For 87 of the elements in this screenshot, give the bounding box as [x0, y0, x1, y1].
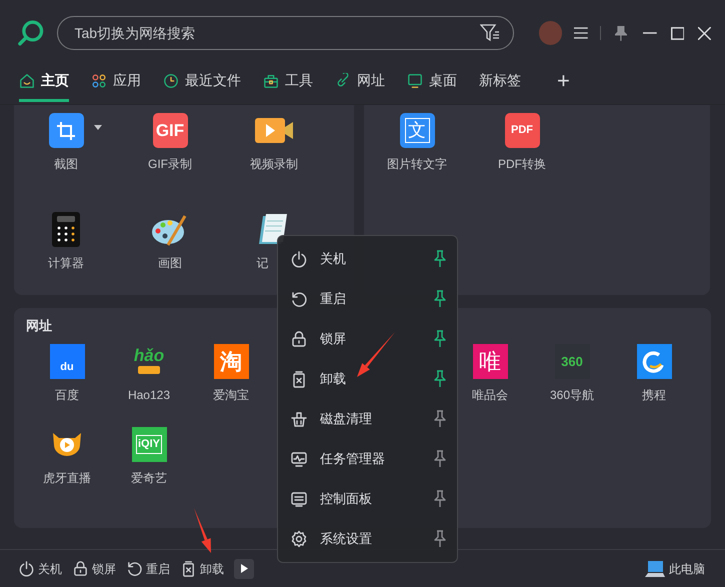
app-label[interactable]: GIF录制 — [148, 158, 192, 170]
sliders-icon — [290, 490, 308, 508]
filter-icon[interactable] — [480, 24, 500, 42]
home-icon — [19, 72, 35, 88]
restart-icon — [290, 290, 308, 308]
nav-tab[interactable]: 网址 — [335, 66, 385, 102]
pdf-app-icon: PDF — [504, 113, 540, 148]
app-label[interactable]: PDF转换 — [498, 158, 546, 170]
monitor-pulse-icon — [290, 450, 308, 468]
app-label[interactable]: 计算器 — [48, 257, 84, 269]
lock-icon — [72, 560, 89, 577]
nav-tab[interactable]: 主页 — [19, 66, 69, 102]
pin-icon[interactable] — [433, 450, 447, 468]
app-label[interactable]: 携程 — [642, 389, 666, 401]
menu-item[interactable]: 磁盘清理 — [278, 399, 457, 439]
settings-icon — [290, 530, 308, 548]
vip-logo-icon: 唯 — [472, 344, 508, 379]
trash-box-icon — [180, 560, 197, 577]
nav-tab[interactable]: 应用 — [91, 66, 141, 102]
annotation-arrow — [194, 508, 211, 553]
nav-tab[interactable]: 最近文件 — [163, 66, 241, 102]
app-label[interactable]: 画图 — [158, 257, 182, 269]
calculator-icon — [52, 212, 80, 247]
search-field[interactable]: Tab切换为网络搜索 — [57, 16, 514, 50]
pin-icon[interactable] — [433, 530, 447, 548]
basket-icon — [290, 410, 308, 428]
link-icon — [335, 72, 351, 88]
app-label[interactable]: 百度 — [55, 389, 79, 401]
app-label[interactable]: 爱奇艺 — [131, 472, 167, 484]
power-icon — [18, 560, 35, 577]
lock-icon — [290, 330, 308, 348]
toolbox-icon — [263, 72, 279, 88]
menu-item[interactable]: 卸载 — [278, 359, 457, 399]
crop-app-icon — [48, 113, 84, 148]
play-button[interactable] — [234, 558, 254, 578]
menu-item[interactable]: 任务管理器 — [278, 439, 457, 479]
dropdown-caret-icon[interactable] — [94, 125, 102, 130]
app-label[interactable]: Hao123 — [128, 389, 170, 401]
play-icon — [240, 564, 248, 573]
app-label[interactable]: 360导航 — [550, 389, 594, 401]
clock-icon — [163, 72, 179, 88]
gif-app-icon: GIF — [152, 113, 188, 148]
computer-link[interactable]: 此电脑 — [645, 560, 705, 578]
pin-icon[interactable] — [433, 290, 447, 308]
annotation-arrow — [357, 332, 395, 377]
pin-icon[interactable] — [433, 370, 447, 388]
nav-tab[interactable]: 新标签 — [479, 66, 521, 102]
section-title: 网址 — [26, 319, 53, 332]
taobao-logo-icon: 淘 — [214, 344, 248, 379]
nav-tab[interactable]: 工具 — [263, 66, 313, 102]
quick-action[interactable]: 关机 — [18, 560, 62, 578]
menu-item[interactable]: 锁屏 — [278, 319, 457, 359]
pin-icon[interactable] — [614, 26, 627, 40]
app-label[interactable]: 截图 — [54, 158, 78, 170]
quick-action[interactable]: 重启 — [126, 560, 170, 578]
nav-tab[interactable]: + — [557, 66, 570, 102]
app-label[interactable]: 虎牙直播 — [43, 472, 91, 484]
menu-item[interactable]: 控制面板 — [278, 479, 457, 519]
app-label[interactable]: 爱淘宝 — [213, 389, 249, 401]
minimize-icon[interactable] — [642, 32, 656, 34]
computer-icon — [645, 560, 665, 578]
app-label[interactable]: 唯品会 — [472, 389, 508, 401]
pin-icon[interactable] — [433, 250, 447, 268]
restart-icon — [126, 560, 143, 577]
menu-item[interactable]: 系统设置 — [278, 519, 457, 559]
monitor-icon — [407, 72, 423, 88]
menu-icon[interactable] — [574, 27, 588, 39]
app-label[interactable]: 视频录制 — [250, 158, 298, 170]
dolphin-logo-icon — [636, 344, 672, 379]
close-icon[interactable] — [698, 26, 711, 40]
quick-action[interactable]: 锁屏 — [72, 560, 116, 578]
nav-tab[interactable]: 桌面 — [407, 66, 457, 102]
maximize-icon[interactable] — [670, 26, 684, 40]
quick-action[interactable]: 卸载 — [180, 560, 224, 578]
menu-item[interactable]: 重启 — [278, 279, 457, 319]
menu-item[interactable]: 关机 — [278, 239, 457, 279]
apps-icon — [91, 72, 107, 88]
pin-icon[interactable] — [433, 410, 447, 428]
text-recognition-icon: 文 — [400, 113, 434, 148]
power-icon — [290, 250, 308, 268]
pin-icon[interactable] — [433, 330, 447, 348]
pin-icon[interactable] — [433, 490, 447, 508]
app-label[interactable]: 记 — [256, 257, 268, 269]
app-label[interactable]: 图片转文字 — [387, 158, 447, 170]
paw-logo-icon: du — [50, 344, 84, 379]
iqiyi-logo-icon: iQIY — [132, 427, 166, 462]
search-logo-icon — [17, 19, 44, 47]
